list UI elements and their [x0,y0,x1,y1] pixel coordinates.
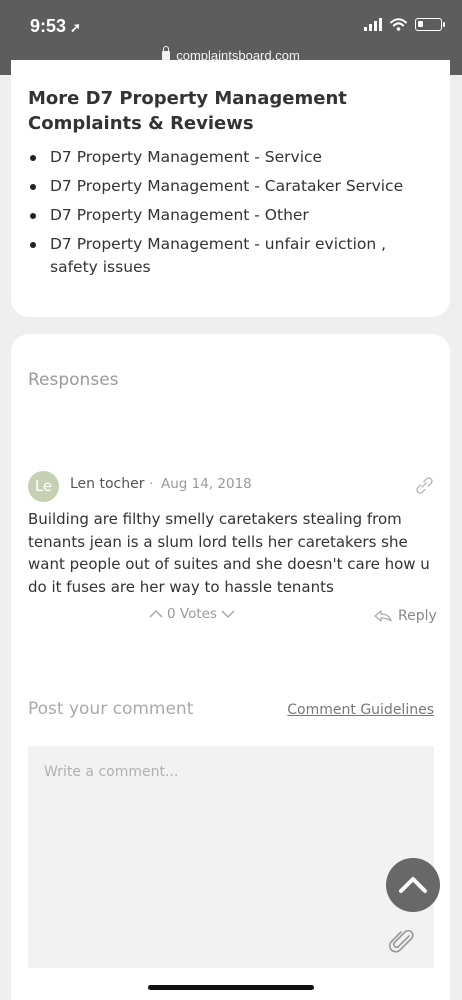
more-complaints-list: D7 Property Management - Service D7 Prop… [28,146,438,285]
more-complaints-title: More D7 Property Management Complaints &… [28,88,347,134]
status-icons [364,18,445,31]
scroll-top-icon [399,877,427,893]
more-complaints-card: More D7 Property Management Complaints &… [11,60,450,317]
more-complaints-link[interactable]: D7 Property Management - Carataker Servi… [28,175,438,198]
chevron-up-icon[interactable] [149,609,163,619]
comment-guidelines-link[interactable]: Comment Guidelines [287,702,434,718]
chevron-down-icon[interactable] [221,609,235,619]
paperclip-icon[interactable] [389,926,415,956]
more-complaints-link[interactable]: D7 Property Management - Other [28,204,438,227]
battery-icon [415,18,445,31]
location-arrow-icon: ➚ [70,20,81,35]
vote-control: 0 Votes [149,606,235,622]
wifi-icon [390,18,407,31]
post-comment-heading: Post your comment [28,699,194,719]
scroll-to-top-button[interactable] [386,858,440,912]
comment-date: Aug 14, 2018 [161,476,252,492]
reply-button[interactable]: Reply [373,608,437,624]
reply-arrow-icon [374,610,392,622]
signal-icon [364,18,382,31]
reply-label: Reply [398,608,437,624]
comment-author[interactable]: Len tocher [70,476,144,492]
lock-icon [162,46,171,60]
link-icon[interactable] [413,474,435,496]
more-complaints-link[interactable]: D7 Property Management - unfair eviction… [28,233,438,279]
comment-text: Building are filthy smelly caretakers st… [28,510,430,596]
responses-card: Responses Le Len tocher · Aug 14, 2018 B… [11,334,450,1000]
more-complaints-link[interactable]: D7 Property Management - Service [28,146,438,169]
status-time: 9:53 ➚ [30,16,81,36]
home-indicator[interactable] [148,985,314,990]
responses-heading: Responses [28,370,119,390]
avatar[interactable]: Le [28,471,59,502]
separator-dot: · [149,476,154,492]
comment-input[interactable] [28,746,434,968]
vote-count: 0 Votes [167,606,217,622]
